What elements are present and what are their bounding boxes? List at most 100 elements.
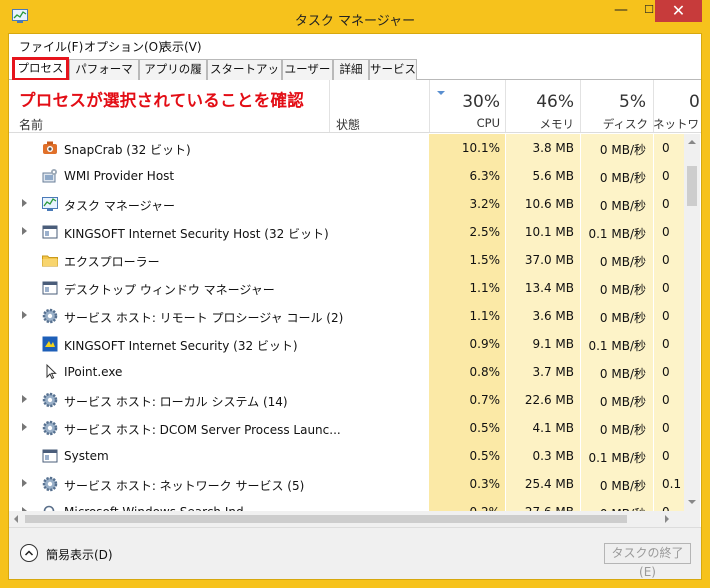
expand-arrow-icon[interactable] xyxy=(22,395,27,403)
chevron-up-icon[interactable] xyxy=(20,544,38,562)
column-network[interactable]: ネットワ xyxy=(653,116,699,132)
cpu-value: 0.8% xyxy=(469,365,501,379)
network-value: 0 xyxy=(662,141,670,155)
task-manager-window: ファイル(F) オプション(O) 表示(V) プロセス パフォーマンス アプリの… xyxy=(8,33,702,580)
column-memory-percent[interactable]: 46% xyxy=(506,92,574,112)
menu-options[interactable]: オプション(O) xyxy=(84,38,163,55)
network-value: 0 xyxy=(662,449,670,463)
menu-file[interactable]: ファイル(F) xyxy=(19,38,83,55)
disk-value: 0 MB/秒 xyxy=(599,311,646,325)
column-status[interactable]: 状態 xyxy=(336,116,360,133)
cpu-value: 6.3% xyxy=(469,169,501,183)
window-title: タスク マネージャー xyxy=(294,14,416,29)
column-memory[interactable]: メモリ xyxy=(506,116,575,132)
minimize-button[interactable]: — xyxy=(607,0,635,22)
tab-processes[interactable]: プロセス xyxy=(12,57,69,81)
memory-value: 10.1 MB xyxy=(524,225,574,239)
footer: 簡易表示(D) タスクの終了(E) xyxy=(9,527,701,579)
process-row[interactable]: デスクトップ ウィンドウ マネージャー 1.1% 13.4 MB 0 MB/秒 0 xyxy=(9,274,684,302)
process-name: IPoint.exe xyxy=(64,365,123,379)
process-row[interactable]: System 0.5% 0.3 MB 0.1 MB/秒 0 xyxy=(9,442,684,470)
network-value: 0 xyxy=(662,253,670,267)
tab-services[interactable]: サービス xyxy=(369,59,417,80)
process-name: デスクトップ ウィンドウ マネージャー xyxy=(64,283,275,297)
expand-arrow-icon[interactable] xyxy=(22,479,27,487)
network-value: 0 xyxy=(662,337,670,351)
memory-value: 13.4 MB xyxy=(524,281,574,295)
tab-startup[interactable]: スタートアップ xyxy=(207,59,282,95)
wmi-icon xyxy=(41,167,59,185)
column-name[interactable]: 名前 xyxy=(19,116,43,133)
process-row[interactable]: SnapCrab (32 ビット) 10.1% 3.8 MB 0 MB/秒 0 xyxy=(9,134,684,162)
expand-arrow-icon[interactable] xyxy=(22,227,27,235)
cpu-value: 0.3% xyxy=(469,477,501,491)
process-name: SnapCrab (32 ビット) xyxy=(64,143,191,157)
process-row[interactable]: サービス ホスト: DCOM Server Process Launc... 0.… xyxy=(9,414,684,442)
process-list: SnapCrab (32 ビット) 10.1% 3.8 MB 0 MB/秒 0 WMI P… xyxy=(9,134,684,514)
expand-arrow-icon[interactable] xyxy=(22,311,27,319)
disk-value: 0.1 MB/秒 xyxy=(588,339,646,353)
column-network-percent[interactable]: 0 xyxy=(689,92,709,112)
process-row[interactable]: サービス ホスト: リモート プロシージャ コール (2) 1.1% 3.6 MB 0… xyxy=(9,302,684,330)
process-row[interactable]: WMI Provider Host 6.3% 5.6 MB 0 MB/秒 0 xyxy=(9,162,684,190)
gear-icon xyxy=(41,475,59,493)
tab-app-history[interactable]: アプリの履歴 xyxy=(139,59,207,95)
process-name: WMI Provider Host xyxy=(64,169,175,183)
gear-icon xyxy=(41,307,59,325)
scroll-up-icon[interactable] xyxy=(688,140,696,144)
scroll-down-icon[interactable] xyxy=(688,500,696,504)
cpu-value: 10.1% xyxy=(461,141,500,155)
fewer-details-button[interactable]: 簡易表示(D) xyxy=(46,546,113,563)
cpu-value: 3.2% xyxy=(469,197,501,211)
cpu-value: 0.7% xyxy=(469,393,501,407)
memory-value: 3.6 MB xyxy=(532,309,574,323)
cpu-value: 2.5% xyxy=(469,225,501,239)
column-cpu-percent[interactable]: 30% xyxy=(429,92,500,112)
column-disk-percent[interactable]: 5% xyxy=(581,92,646,112)
tab-strip: プロセス パフォーマンス アプリの履歴 スタートアップ ユーザー 詳細 サービス xyxy=(9,56,701,95)
folder-icon xyxy=(41,251,59,269)
column-cpu[interactable]: CPU xyxy=(429,116,500,130)
process-name: サービス ホスト: リモート プロシージャ コール (2) xyxy=(64,311,344,325)
process-row[interactable]: KINGSOFT Internet Security Host (32 ビット)… xyxy=(9,218,684,246)
memory-value: 37.0 MB xyxy=(524,253,574,267)
close-button[interactable]: ✕ xyxy=(655,0,702,22)
process-row[interactable]: KINGSOFT Internet Security (32 ビット) 0.9% 9… xyxy=(9,330,684,358)
network-value: 0 xyxy=(662,197,670,211)
end-task-button[interactable]: タスクの終了(E) xyxy=(604,543,691,579)
process-name: System xyxy=(64,449,109,463)
vertical-scroll-thumb[interactable] xyxy=(687,166,697,206)
expand-arrow-icon[interactable] xyxy=(22,199,27,207)
network-value: 0 xyxy=(662,281,670,295)
horizontal-scrollbar[interactable] xyxy=(9,511,700,527)
disk-value: 0 MB/秒 xyxy=(599,423,646,437)
process-row[interactable]: IPoint.exe 0.8% 3.7 MB 0 MB/秒 0 xyxy=(9,358,684,386)
disk-value: 0 MB/秒 xyxy=(599,199,646,213)
disk-value: 0 MB/秒 xyxy=(599,171,646,185)
network-value: 0 xyxy=(662,393,670,407)
network-value: 0 xyxy=(662,225,670,239)
process-row[interactable]: タスク マネージャー 3.2% 10.6 MB 0 MB/秒 0 xyxy=(9,190,684,218)
pointer-icon xyxy=(41,363,59,381)
column-disk[interactable]: ディスク xyxy=(581,116,648,132)
scroll-left-icon[interactable] xyxy=(14,515,18,523)
tab-details[interactable]: 詳細 xyxy=(333,59,369,80)
tab-performance[interactable]: パフォーマンス xyxy=(69,59,139,95)
tab-users[interactable]: ユーザー xyxy=(282,59,333,80)
horizontal-scroll-thumb[interactable] xyxy=(25,515,627,523)
process-row[interactable]: エクスプローラー 1.5% 37.0 MB 0 MB/秒 0 xyxy=(9,246,684,274)
network-value: 0 xyxy=(662,309,670,323)
vertical-scrollbar[interactable] xyxy=(684,134,700,511)
process-row[interactable]: サービス ホスト: ローカル システム (14) 0.7% 22.6 MB 0 MB/… xyxy=(9,386,684,414)
cpu-value: 1.1% xyxy=(469,281,501,295)
menu-view[interactable]: 表示(V) xyxy=(160,38,202,55)
scroll-right-icon[interactable] xyxy=(665,515,669,523)
app-window-icon xyxy=(41,447,59,465)
app-window-icon xyxy=(41,279,59,297)
process-row[interactable]: サービス ホスト: ネットワーク サービス (5) 0.3% 25.4 MB 0 MB… xyxy=(9,470,684,498)
annotation-text: プロセスが選択されていることを確認 xyxy=(19,91,305,110)
network-value: 0.1 xyxy=(662,477,682,491)
disk-value: 0 MB/秒 xyxy=(599,255,646,269)
column-divider[interactable] xyxy=(329,80,330,132)
expand-arrow-icon[interactable] xyxy=(22,423,27,431)
